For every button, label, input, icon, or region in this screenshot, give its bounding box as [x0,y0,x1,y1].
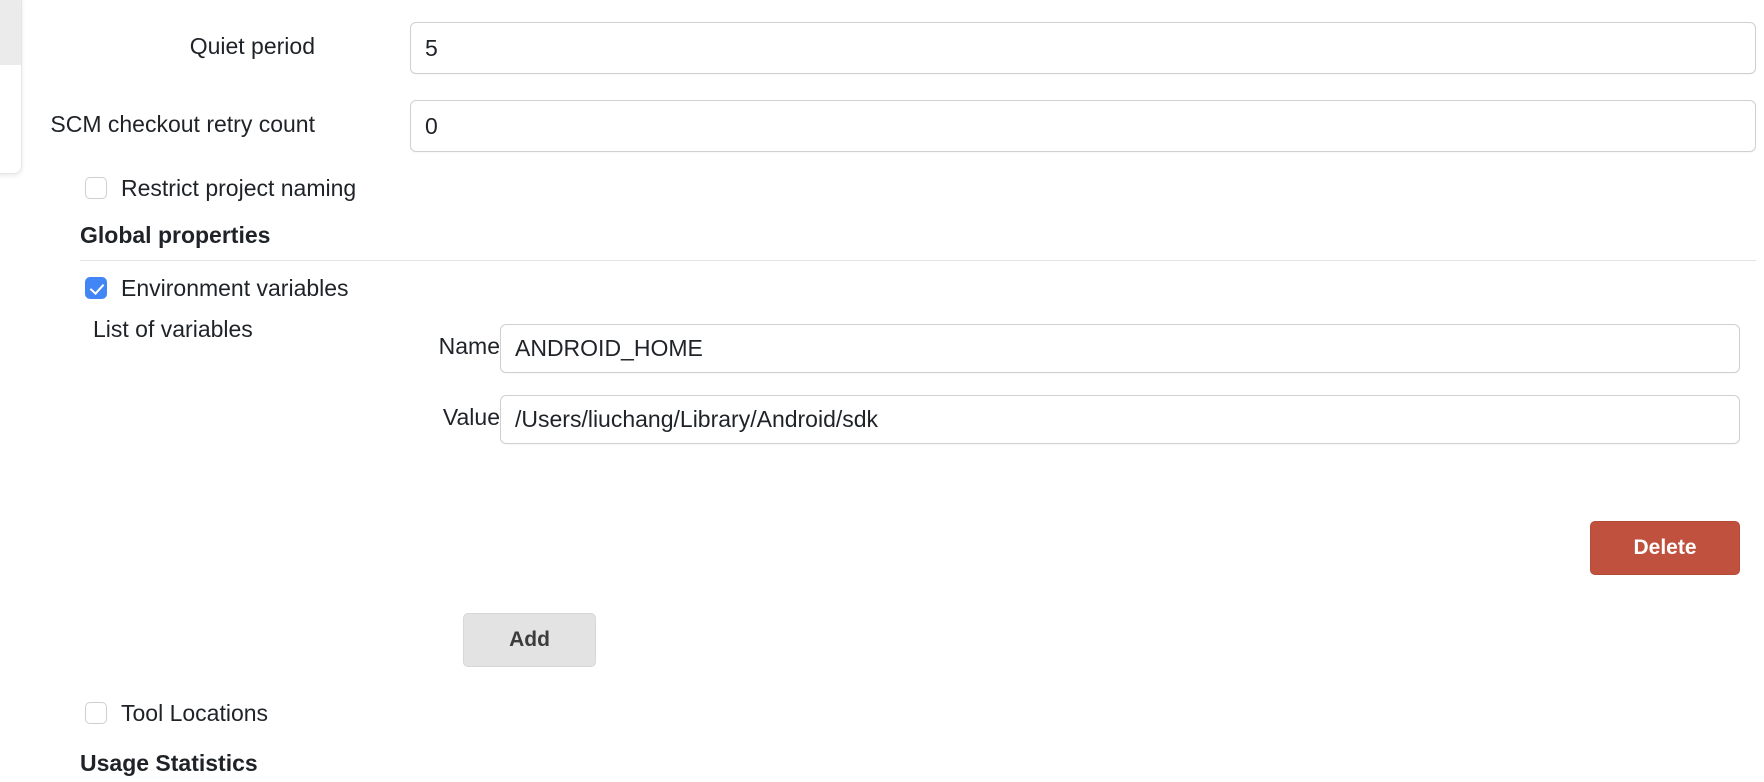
scm-retry-label: SCM checkout retry count [50,111,315,137]
env-var-value-input[interactable] [500,395,1740,444]
environment-variables-checkbox[interactable] [85,277,107,299]
quiet-period-input[interactable] [410,22,1756,74]
add-button[interactable]: Add [463,613,596,667]
tool-locations-row[interactable]: Tool Locations [85,699,268,727]
restrict-project-naming-checkbox[interactable] [85,177,107,199]
restrict-project-naming-label: Restrict project naming [121,175,357,201]
add-button-label: Add [509,628,550,651]
quiet-period-label: Quiet period [189,33,315,59]
env-var-name-row: Name [0,324,1740,373]
quiet-period-row: Quiet period [0,22,1756,74]
scm-retry-input[interactable] [410,100,1756,152]
global-properties-heading: Global properties [80,222,271,248]
environment-variables-row[interactable]: Environment variables [85,274,349,302]
tool-locations-checkbox[interactable] [85,702,107,724]
scm-retry-row: SCM checkout retry count [0,100,1756,152]
environment-variables-label: Environment variables [121,275,349,301]
settings-page: Quiet period SCM checkout retry count Re… [0,0,1764,782]
env-var-name-label: Name [438,333,500,359]
delete-button-label: Delete [1633,536,1697,559]
env-var-value-label: Value [442,404,500,430]
env-var-value-row: Value [0,395,1740,444]
global-properties-divider [80,260,1756,261]
delete-button[interactable]: Delete [1590,521,1740,575]
tool-locations-label: Tool Locations [121,700,269,726]
env-var-name-input[interactable] [500,324,1740,373]
usage-statistics-heading: Usage Statistics [80,750,258,776]
restrict-project-naming-row[interactable]: Restrict project naming [85,174,356,202]
